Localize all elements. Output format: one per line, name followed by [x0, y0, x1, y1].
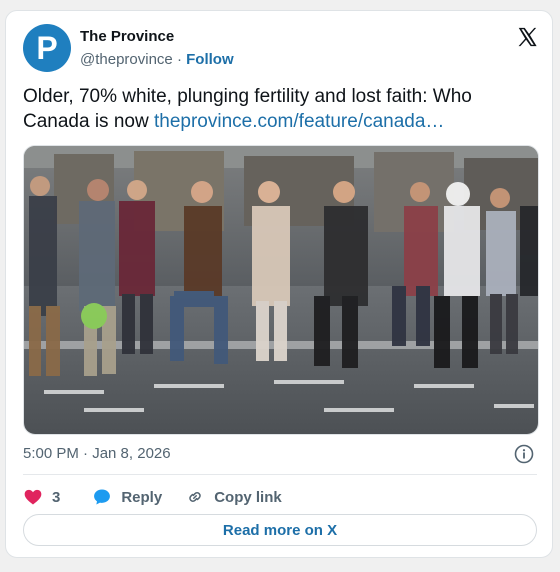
account-name[interactable]: The Province — [80, 28, 174, 45]
avatar[interactable]: P — [23, 24, 71, 72]
street-crowd-photo — [24, 146, 538, 434]
tweet-photo[interactable] — [23, 145, 539, 435]
tweet-timestamp[interactable]: 5:00 PM · Jan 8, 2026 — [23, 445, 171, 462]
reply-label: Reply — [121, 488, 163, 506]
follow-button[interactable]: Follow — [186, 51, 234, 68]
copy-link-button[interactable]: Copy link — [185, 487, 282, 507]
account-handle[interactable]: @theprovince — [80, 51, 173, 68]
info-icon[interactable] — [514, 444, 534, 464]
read-more-button[interactable]: Read more on X — [23, 514, 537, 546]
divider — [23, 474, 537, 475]
handle-row: @theprovince · Follow — [80, 51, 234, 68]
heart-icon — [24, 489, 42, 505]
avatar-letter: P — [36, 29, 58, 66]
like-button[interactable]: 3 — [23, 487, 60, 507]
copy-link-label: Copy link — [214, 488, 282, 506]
tweet-card: P The Province @theprovince · Follow Old… — [5, 10, 553, 558]
link-icon — [189, 492, 201, 502]
reply-button[interactable]: Reply — [92, 487, 162, 507]
x-logo-icon[interactable] — [516, 26, 538, 48]
tweet-link[interactable]: theprovince.com/feature/canada… — [154, 111, 444, 132]
separator: · — [176, 51, 182, 68]
like-count: 3 — [52, 488, 61, 506]
speech-bubble-icon — [94, 489, 111, 505]
tweet-header: P The Province @theprovince · Follow — [23, 24, 538, 74]
tweet-text: Older, 70% white, plunging fertility and… — [23, 84, 533, 134]
action-bar: 3 Reply Copy link — [23, 485, 282, 509]
